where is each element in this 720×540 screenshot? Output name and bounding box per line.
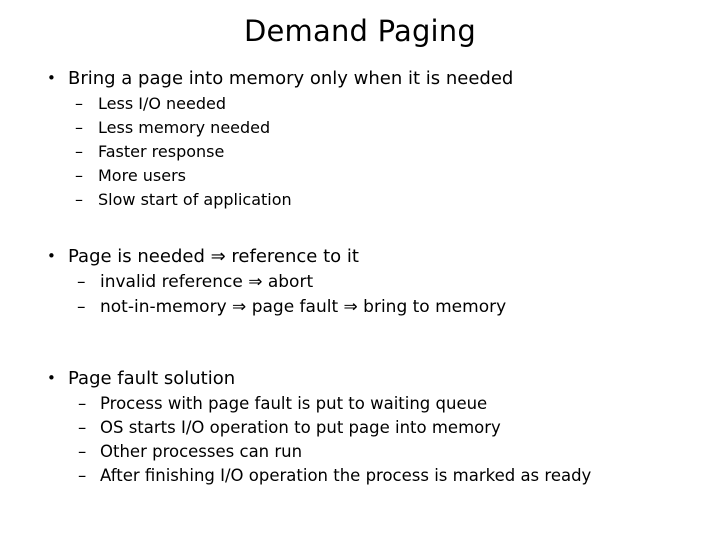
bullet-section-page-fault-solution: • Page fault solution – Process with pag… [0,366,720,488]
dash-icon: – [78,418,87,437]
sub-bullet-item: – Other processes can run [0,440,720,464]
sub-bullet-label: Less memory needed [98,118,271,137]
dash-icon: – [78,466,87,485]
sub-bullet-item: – More users [0,164,720,188]
bullet-label: Page fault solution [68,368,236,389]
bullet-section-page-is-needed: • Page is needed ⇒ reference to it – inv… [0,244,720,320]
sub-bullet-item: – Less memory needed [0,116,720,140]
sub-bullet-label: not-in-memory ⇒ page fault ⇒ bring to me… [100,297,507,317]
dash-icon: – [77,272,86,292]
sub-bullet-label: Slow start of application [98,190,292,209]
sub-bullet-label: Faster response [98,142,225,161]
sub-bullet-item: – Faster response [0,140,720,164]
slide-body: • Bring a page into memory only when it … [0,66,720,488]
sub-bullet-item: – OS starts I/O operation to put page in… [0,416,720,440]
bullet-label: Page is needed ⇒ reference to it [68,246,359,267]
sub-bullet-item: – invalid reference ⇒ abort [0,270,720,295]
sub-bullet-item: – After finishing I/O operation the proc… [0,464,720,488]
dash-icon: – [75,94,83,113]
bullet-item: • Page is needed ⇒ reference to it [0,244,720,269]
bullet-dot-icon: • [47,247,56,265]
sub-bullet-label: Other processes can run [100,442,303,461]
slide: Demand Paging • Bring a page into memory… [0,0,720,540]
bullet-item: • Page fault solution [0,366,720,391]
sub-bullet-label: After finishing I/O operation the proces… [100,466,592,485]
sub-bullet-label: Process with page fault is put to waitin… [100,394,488,413]
sub-bullet-item: – Process with page fault is put to wait… [0,392,720,416]
sub-bullet-label: OS starts I/O operation to put page into… [100,418,501,437]
sub-bullet-item: – Less I/O needed [0,92,720,116]
bullet-dot-icon: • [47,69,56,87]
sub-bullet-label: invalid reference ⇒ abort [100,272,314,292]
dash-icon: – [75,166,83,185]
sub-bullet-item: – not-in-memory ⇒ page fault ⇒ bring to … [0,295,720,320]
page-title: Demand Paging [243,14,476,48]
bullet-label: Bring a page into memory only when it is… [68,68,514,89]
bullet-item: • Bring a page into memory only when it … [0,66,720,91]
sub-bullet-list: – invalid reference ⇒ abort – not-in-mem… [0,270,720,320]
sub-bullet-list: – Process with page fault is put to wait… [0,392,720,488]
sub-bullet-label: More users [98,166,186,185]
sub-bullet-label: Less I/O needed [98,94,227,113]
dash-icon: – [75,118,83,137]
bullet-section-demand-paging-intro: • Bring a page into memory only when it … [0,66,720,212]
dash-icon: – [77,297,86,317]
sub-bullet-list: – Less I/O needed – Less memory needed –… [0,92,720,212]
sub-bullet-item: – Slow start of application [0,188,720,212]
bullet-dot-icon: • [47,369,56,387]
dash-icon: – [75,190,83,209]
dash-icon: – [78,394,87,413]
dash-icon: – [75,142,83,161]
dash-icon: – [78,442,87,461]
